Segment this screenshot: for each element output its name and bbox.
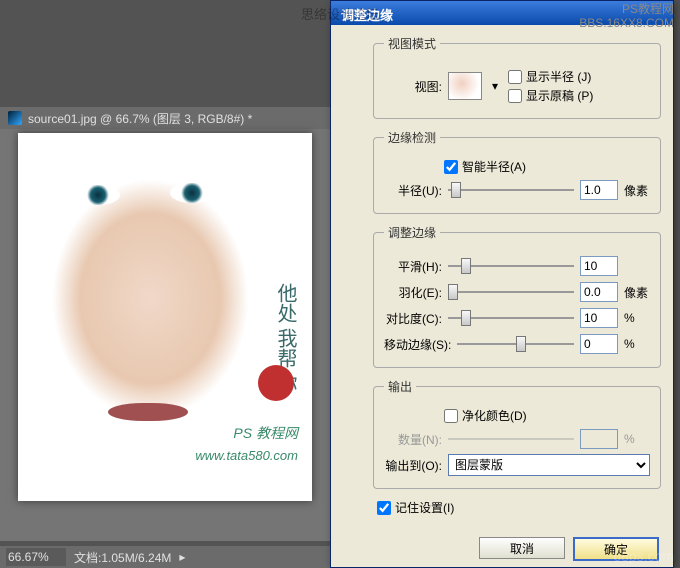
show-original-checkbox[interactable] bbox=[508, 89, 522, 103]
status-bar: 66.67% 文档:1.05M/6.24M ▸ bbox=[0, 546, 330, 568]
canvas-area[interactable]: 他处 我帮 你 PS 教程网 www.tata580.com bbox=[0, 129, 330, 541]
zoom-field[interactable]: 66.67% bbox=[6, 548, 66, 566]
cancel-button[interactable]: 取消 bbox=[479, 537, 565, 559]
decontaminate-label: 净化颜色(D) bbox=[462, 407, 527, 424]
dialog-footer: 取消 确定 bbox=[331, 537, 673, 561]
document-tab-label: source01.jpg @ 66.7% (图层 3, RGB/8#) * bbox=[28, 110, 252, 127]
amount-unit: % bbox=[624, 432, 650, 446]
eye-left bbox=[76, 185, 120, 205]
output-group: 输出 净化颜色(D) 数量(N): % 输出到(O): 图层蒙版 bbox=[373, 378, 661, 489]
output-to-select[interactable]: 图层蒙版 bbox=[448, 454, 650, 476]
feather-slider[interactable] bbox=[448, 283, 574, 301]
output-legend: 输出 bbox=[384, 378, 416, 395]
smooth-slider[interactable] bbox=[448, 257, 574, 275]
eye-right bbox=[170, 183, 214, 203]
shift-edge-label: 移动边缘(S): bbox=[384, 336, 451, 353]
decontaminate-checkbox[interactable] bbox=[444, 409, 458, 423]
smooth-input[interactable] bbox=[580, 256, 618, 276]
mouth bbox=[108, 403, 188, 421]
contrast-label: 对比度(C): bbox=[384, 310, 442, 327]
radius-slider[interactable] bbox=[448, 181, 574, 199]
feather-input[interactable] bbox=[580, 282, 618, 302]
show-original-label: 显示原稿 (P) bbox=[526, 87, 593, 104]
view-mode-legend: 视图模式 bbox=[384, 35, 440, 52]
view-dropdown-chevron-icon[interactable]: ▾ bbox=[488, 79, 502, 93]
shift-edge-slider[interactable] bbox=[457, 335, 574, 353]
show-radius-checkbox[interactable] bbox=[508, 70, 522, 84]
watermark-seal bbox=[258, 365, 294, 401]
dialog-body: 视图模式 视图: ▾ 显示半径 (J) 显示原稿 (P) 边缘检 bbox=[331, 25, 673, 529]
view-mode-group: 视图模式 视图: ▾ 显示半径 (J) 显示原稿 (P) bbox=[373, 35, 661, 119]
edge-detection-group: 边缘检测 智能半径(A) 半径(U): 像素 bbox=[373, 129, 661, 214]
status-chevron-icon[interactable]: ▸ bbox=[179, 550, 185, 564]
shift-edge-input[interactable] bbox=[580, 334, 618, 354]
feather-label: 羽化(E): bbox=[384, 284, 442, 301]
adjust-edge-group: 调整边缘 平滑(H): 羽化(E): 像素 对比度(C): % 移动边缘(S): bbox=[373, 224, 661, 368]
view-label: 视图: bbox=[384, 78, 442, 95]
smart-radius-label: 智能半径(A) bbox=[462, 158, 526, 175]
remember-settings-checkbox[interactable] bbox=[377, 501, 391, 515]
output-to-label: 输出到(O): bbox=[384, 457, 442, 474]
show-radius-label: 显示半径 (J) bbox=[526, 68, 591, 85]
refine-edge-dialog: 调整边缘 视图模式 视图: ▾ 显示半径 (J) 显示原稿 (P) bbox=[330, 0, 674, 568]
radius-unit: 像素 bbox=[624, 182, 650, 199]
smart-radius-checkbox[interactable] bbox=[444, 160, 458, 174]
photoshop-icon bbox=[8, 111, 22, 125]
canvas: 他处 我帮 你 PS 教程网 www.tata580.com bbox=[18, 133, 312, 501]
remember-settings-label: 记住设置(I) bbox=[395, 499, 454, 516]
contrast-input[interactable] bbox=[580, 308, 618, 328]
contrast-unit: % bbox=[624, 311, 650, 325]
amount-label: 数量(N): bbox=[384, 431, 442, 448]
dialog-title: 调整边缘 bbox=[331, 1, 673, 25]
amount-slider bbox=[448, 430, 574, 448]
status-info: 文档:1.05M/6.24M bbox=[74, 549, 171, 566]
ok-button[interactable]: 确定 bbox=[573, 537, 659, 561]
watermark-ps: PS 教程网 bbox=[233, 423, 298, 443]
watermark-url: www.tata580.com bbox=[195, 448, 298, 463]
radius-input[interactable] bbox=[580, 180, 618, 200]
feather-unit: 像素 bbox=[624, 284, 650, 301]
face-image bbox=[18, 133, 312, 501]
adjust-edge-legend: 调整边缘 bbox=[384, 224, 440, 241]
edge-detection-legend: 边缘检测 bbox=[384, 129, 440, 146]
radius-label: 半径(U): bbox=[384, 182, 442, 199]
document-tab[interactable]: source01.jpg @ 66.7% (图层 3, RGB/8#) * bbox=[0, 107, 330, 129]
contrast-slider[interactable] bbox=[448, 309, 574, 327]
amount-input bbox=[580, 429, 618, 449]
shift-edge-unit: % bbox=[624, 337, 650, 351]
smooth-label: 平滑(H): bbox=[384, 258, 442, 275]
view-thumbnail[interactable] bbox=[448, 72, 482, 100]
